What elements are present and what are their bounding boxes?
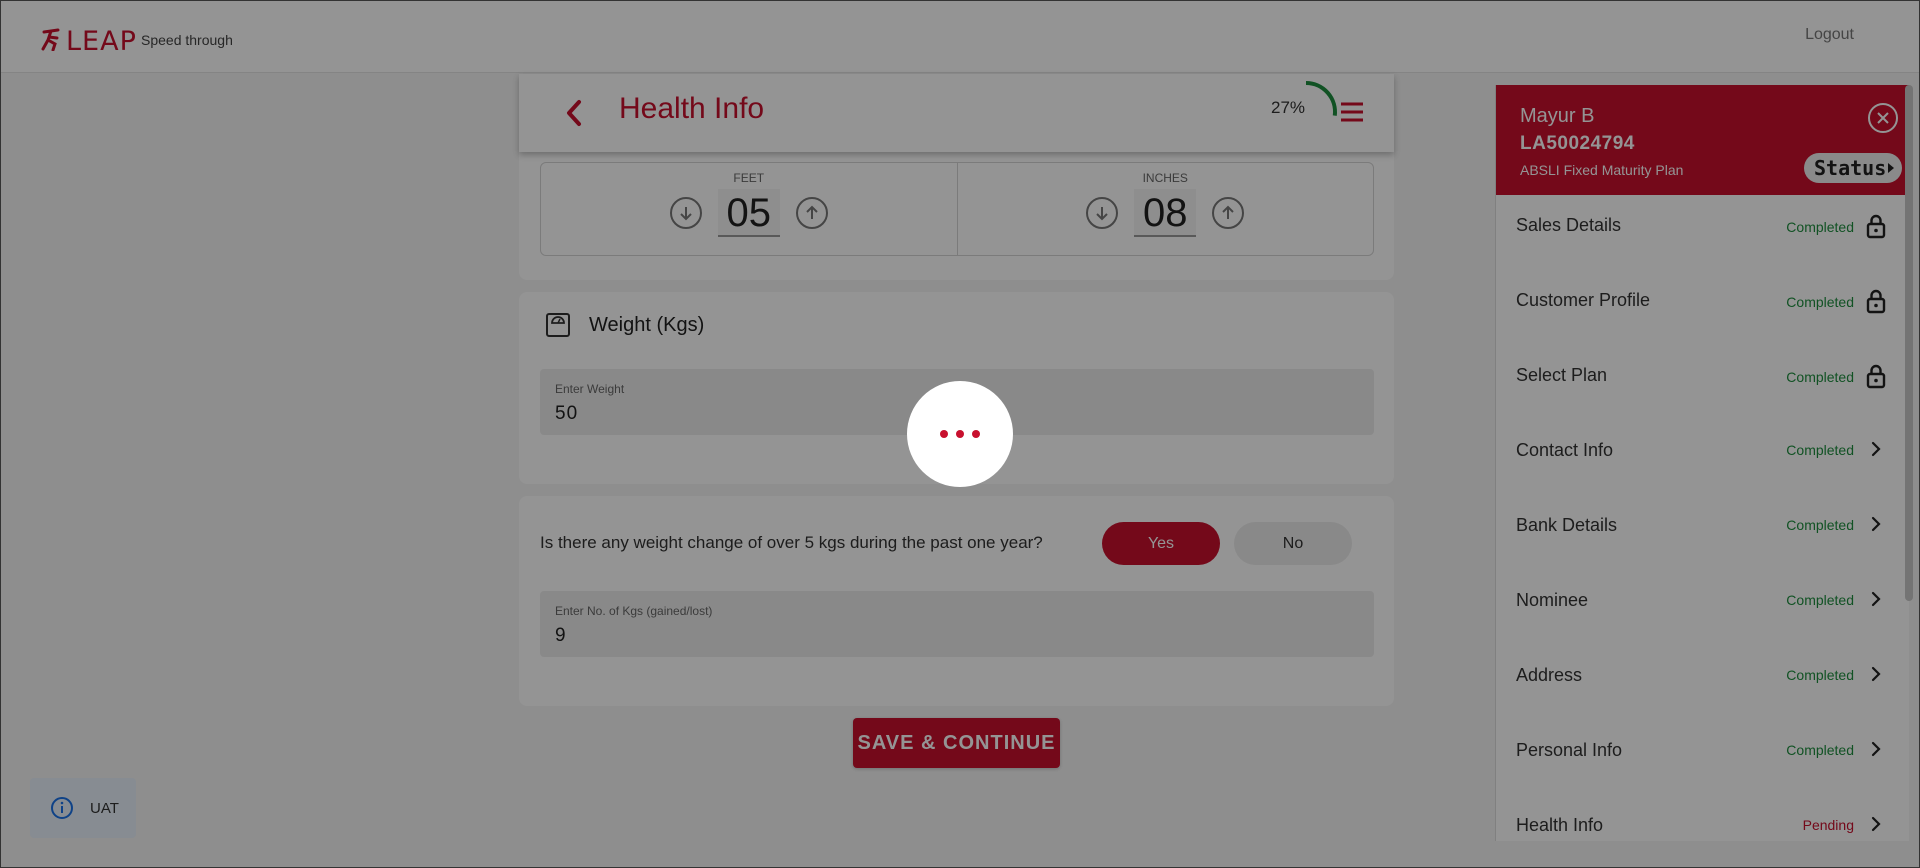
loading-dot xyxy=(972,430,980,438)
loading-dot xyxy=(956,430,964,438)
loading-dot xyxy=(940,430,948,438)
loading-spinner xyxy=(907,381,1013,487)
